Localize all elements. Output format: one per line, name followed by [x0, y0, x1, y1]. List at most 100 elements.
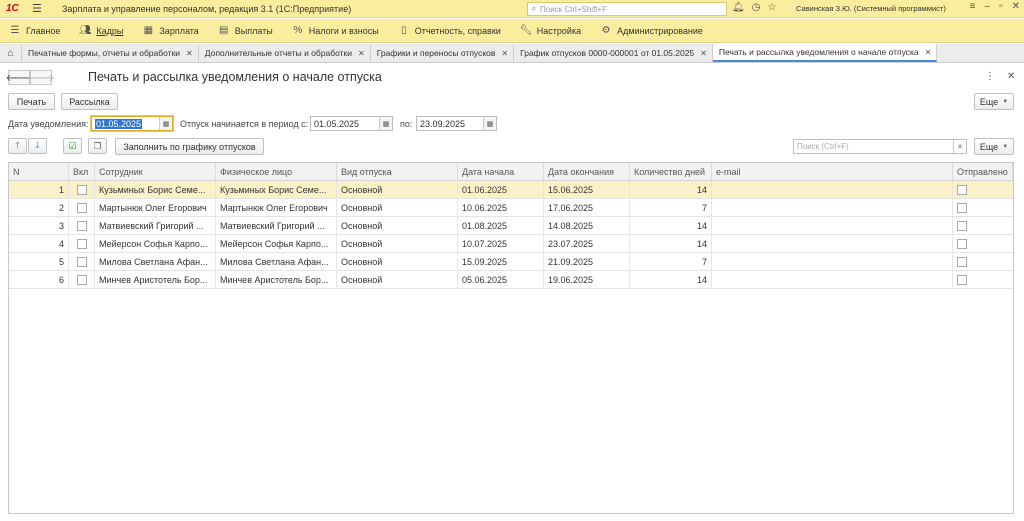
- tab-close-icon[interactable]: ✕: [925, 48, 932, 57]
- menu-item-admin[interactable]: ⚙ Администрирование: [599, 25, 703, 36]
- calendar-icon[interactable]: ▦: [159, 117, 172, 130]
- table-row[interactable]: 4 Мейерсон Софья Карпо... Мейерсон Софья…: [9, 235, 1013, 253]
- tab-vacation-notification[interactable]: Печать и рассылка уведомления о начале о…: [712, 44, 938, 62]
- chevron-down-icon: ▼: [1002, 143, 1009, 150]
- menu-item-salary[interactable]: ▦ Зарплата: [141, 25, 199, 36]
- app-logo: 1С: [6, 3, 19, 14]
- menu-item-reporting[interactable]: ▯ Отчетность, справки: [397, 25, 501, 36]
- chevron-down-icon: ▼: [1002, 98, 1009, 105]
- more-button-table[interactable]: Еще ▼: [974, 138, 1014, 155]
- period-from-field[interactable]: 01.05.2025 ▦: [310, 116, 393, 131]
- include-checkbox[interactable]: [76, 202, 87, 213]
- menu-icon: ☰: [10, 25, 20, 36]
- include-checkbox[interactable]: [76, 220, 87, 231]
- col-start[interactable]: Дата начала: [458, 163, 544, 180]
- menu-item-taxes[interactable]: % Налоги и взносы: [291, 25, 378, 36]
- col-end[interactable]: Дата окончания: [544, 163, 630, 180]
- tab-vacation-schedule-doc[interactable]: График отпусков 0000-000001 от 01.05.202…: [514, 44, 713, 62]
- table-row[interactable]: 1 Кузьминых Борис Семе... Кузьминых Бори…: [9, 181, 1013, 199]
- more-actions-icon[interactable]: ⋮: [985, 71, 995, 82]
- fill-by-schedule-button[interactable]: Заполнить по графику отпусков: [115, 138, 264, 155]
- form-window-controls: ⋮ ✕: [985, 71, 1015, 82]
- col-n[interactable]: N: [9, 163, 69, 180]
- history-icon[interactable]: ◷: [752, 2, 761, 13]
- form-close-icon[interactable]: ✕: [1007, 71, 1015, 82]
- col-kind[interactable]: Вид отпуска: [337, 163, 458, 180]
- table-row[interactable]: 6 Минчев Аристотель Бор... Минчев Аристо…: [9, 271, 1013, 289]
- close-icon[interactable]: ✕: [1012, 1, 1020, 12]
- col-days[interactable]: Количество дней: [630, 163, 712, 180]
- col-included[interactable]: Вкл: [69, 163, 95, 180]
- sent-checkbox[interactable]: [957, 256, 967, 267]
- gear-icon: ⚙: [601, 25, 611, 36]
- check-all-icon[interactable]: ☑: [63, 138, 82, 154]
- tab-print-forms[interactable]: Печатные формы, отчеты и обработки ✕: [22, 44, 199, 62]
- clear-search-icon[interactable]: ×: [953, 140, 966, 153]
- notification-date-field[interactable]: 01.05.2025 ▦: [90, 115, 174, 132]
- tab-vacation-schedules[interactable]: Графики и переносы отпусков ✕: [371, 44, 515, 62]
- period-to-field[interactable]: 23.09.2025 ▦: [416, 116, 497, 131]
- forward-arrow-icon[interactable]: 🡒: [28, 70, 54, 85]
- maximize-icon[interactable]: ▫: [999, 1, 1003, 12]
- menu-item-main[interactable]: ☰ Главное: [8, 25, 61, 36]
- table-row[interactable]: 3 Матвиевский Григорий ... Матвиевский Г…: [9, 217, 1013, 235]
- col-employee[interactable]: Сотрудник: [95, 163, 216, 180]
- sent-checkbox[interactable]: [957, 220, 967, 231]
- history-nav: 🡐 🡒: [6, 70, 54, 85]
- settings-menu-icon[interactable]: ≡: [970, 1, 976, 12]
- more-button-top[interactable]: Еще ▼: [974, 93, 1014, 110]
- sent-checkbox[interactable]: [957, 238, 967, 249]
- global-search-placeholder: Поиск Ctrl+Shift+F: [540, 4, 608, 14]
- table-header: N Вкл Сотрудник Физическое лицо Вид отпу…: [9, 163, 1013, 181]
- tab-additional-reports[interactable]: Дополнительные отчеты и обработки ✕: [199, 44, 371, 62]
- include-checkbox[interactable]: [76, 184, 87, 195]
- col-person[interactable]: Физическое лицо: [216, 163, 337, 180]
- employees-table: N Вкл Сотрудник Физическое лицо Вид отпу…: [8, 162, 1014, 514]
- title-bar: 1С ☰ Зарплата и управление персоналом, р…: [0, 0, 1024, 18]
- main-menu: ☰ Главное 👥︎ Кадры ▦ Зарплата ▤ Выплаты % Нал…: [0, 19, 1024, 43]
- table-row[interactable]: 2 Мартынюк Олег Егорович Мартынюк Олег Е…: [9, 199, 1013, 217]
- app-title: Зарплата и управление персоналом, редакц…: [62, 3, 352, 14]
- mailing-button[interactable]: Рассылка: [61, 93, 118, 110]
- bell-icon[interactable]: 🔔︎: [732, 2, 745, 13]
- uncheck-all-icon[interactable]: ❐: [88, 138, 107, 154]
- table-row[interactable]: 5 Милова Светлана Афан... Милова Светлан…: [9, 253, 1013, 271]
- global-search-input[interactable]: ⌕ Поиск Ctrl+Shift+F: [527, 2, 727, 16]
- titlebar-tools: 🔔︎ ◷ ☆: [732, 2, 776, 13]
- move-up-icon[interactable]: 🡑: [8, 138, 27, 154]
- sent-checkbox[interactable]: [957, 184, 967, 195]
- tab-close-icon[interactable]: ✕: [501, 49, 508, 58]
- menu-item-payments[interactable]: ▤ Выплаты: [217, 25, 273, 36]
- include-checkbox[interactable]: [76, 256, 87, 267]
- people-icon: 👥︎: [79, 25, 92, 36]
- sent-checkbox[interactable]: [957, 274, 967, 285]
- include-checkbox[interactable]: [76, 238, 87, 249]
- col-sent[interactable]: Отправлено: [953, 163, 1013, 180]
- include-checkbox[interactable]: [76, 274, 87, 285]
- salary-icon: ▦: [143, 25, 154, 36]
- home-icon[interactable]: ⌂: [0, 44, 22, 62]
- period-to-label: по:: [400, 119, 413, 129]
- report-icon: ▯: [400, 25, 407, 36]
- open-tabs-bar: ⌂ Печатные формы, отчеты и обработки ✕ До…: [0, 44, 1024, 63]
- calendar-icon[interactable]: ▦: [483, 117, 496, 130]
- print-button[interactable]: Печать: [8, 93, 55, 110]
- current-user[interactable]: Савинская З.Ю. (Системный программист): [796, 4, 946, 13]
- star-icon[interactable]: ☆: [767, 2, 776, 13]
- menu-item-hr[interactable]: 👥︎ Кадры: [78, 25, 123, 36]
- tab-close-icon[interactable]: ✕: [700, 49, 707, 58]
- notification-date-label: Дата уведомления:: [8, 119, 89, 129]
- window-controls: ≡ – ▫ ✕: [970, 1, 1020, 12]
- tab-close-icon[interactable]: ✕: [186, 49, 193, 58]
- calendar-icon[interactable]: ▦: [379, 117, 392, 130]
- hamburger-menu-icon[interactable]: ☰: [32, 2, 46, 15]
- search-icon: ⌕: [531, 4, 537, 13]
- menu-item-settings[interactable]: 🔧︎ Настройка: [519, 25, 581, 36]
- period-label: Отпуск начинается в период с:: [180, 119, 309, 129]
- tab-close-icon[interactable]: ✕: [358, 49, 365, 58]
- col-email[interactable]: e-mail: [712, 163, 953, 180]
- move-down-icon[interactable]: 🡓: [28, 138, 47, 154]
- sent-checkbox[interactable]: [957, 202, 967, 213]
- table-search-input[interactable]: Поиск (Ctrl+F) ×: [793, 139, 967, 154]
- minimize-icon[interactable]: –: [985, 1, 991, 12]
